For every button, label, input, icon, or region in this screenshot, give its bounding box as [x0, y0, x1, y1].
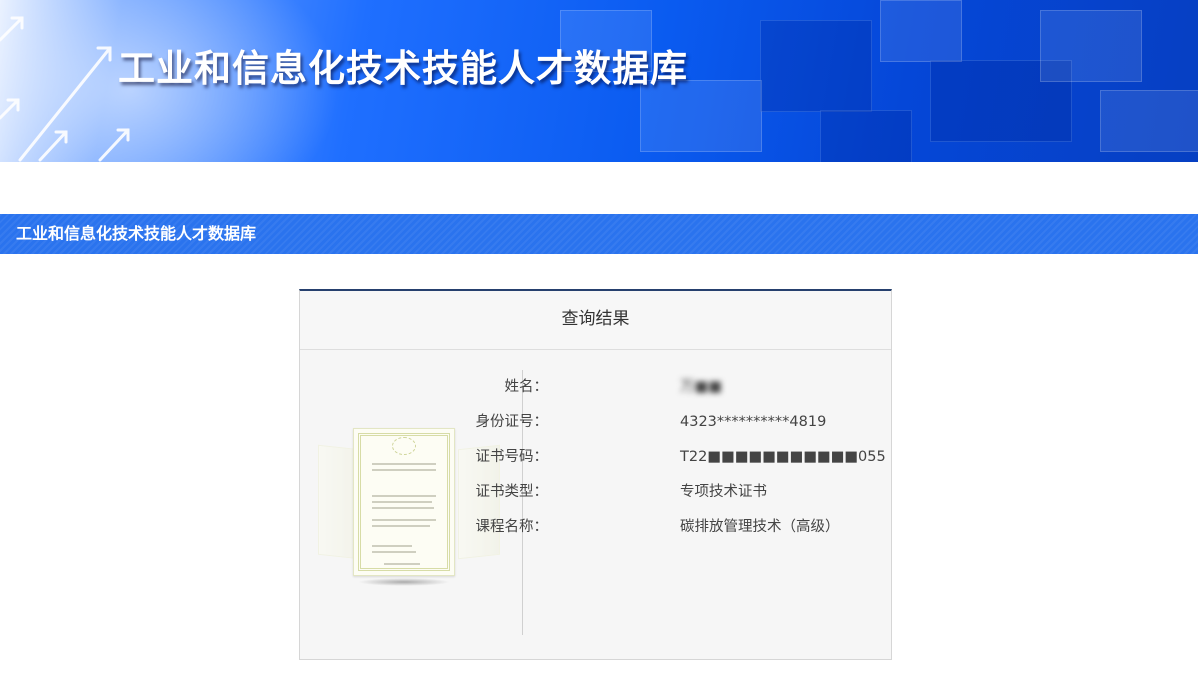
certificate-text-line — [384, 563, 420, 565]
field-label-course-name: 课程名称： — [475, 519, 549, 535]
banner-tile — [1100, 90, 1198, 152]
certificate-shadow — [358, 578, 450, 586]
field-label-certificate-type: 证书类型： — [475, 484, 549, 500]
field-value-name: 万■■ — [680, 379, 722, 395]
field-value-course-name: 碳排放管理技术（高级） — [680, 519, 840, 535]
banner-tile — [820, 110, 912, 162]
banner-tile — [1040, 10, 1142, 82]
certificate-seal — [392, 437, 416, 455]
banner-title: 工业和信息化技术技能人才数据库 — [118, 47, 688, 90]
certificate-text-line — [372, 551, 416, 553]
banner-tile — [760, 20, 872, 112]
vertical-divider — [522, 370, 523, 635]
field-label-name: 姓名： — [504, 379, 549, 395]
section-header-bar: 工业和信息化技术技能人才数据库 — [0, 214, 1198, 254]
field-value-certificate-type: 专项技术证书 — [680, 484, 767, 500]
result-card: 查询结果 姓名： 万■■ 身份证号： 4323**********4819 证书… — [299, 289, 892, 660]
certificate-text-line — [372, 507, 434, 509]
field-label-id-number: 身份证号： — [475, 414, 549, 430]
certificate-text-line — [372, 469, 436, 471]
banner-tile — [880, 0, 962, 62]
result-card-body: 姓名： 万■■ 身份证号： 4323**********4819 证书号码： T… — [300, 350, 891, 661]
field-value-id-number: 4323**********4819 — [680, 414, 827, 430]
section-title: 工业和信息化技术技能人才数据库 — [16, 224, 257, 243]
site-banner: 工业和信息化技术技能人才数据库 — [0, 0, 1198, 162]
field-value-certificate-number: T22■■■■■■■■■■■055 — [680, 449, 886, 465]
field-label-certificate-number: 证书号码： — [475, 449, 549, 465]
certificate-text-line — [372, 545, 412, 547]
certificate-text-line — [372, 501, 432, 503]
result-card-title: 查询结果 — [300, 291, 891, 350]
